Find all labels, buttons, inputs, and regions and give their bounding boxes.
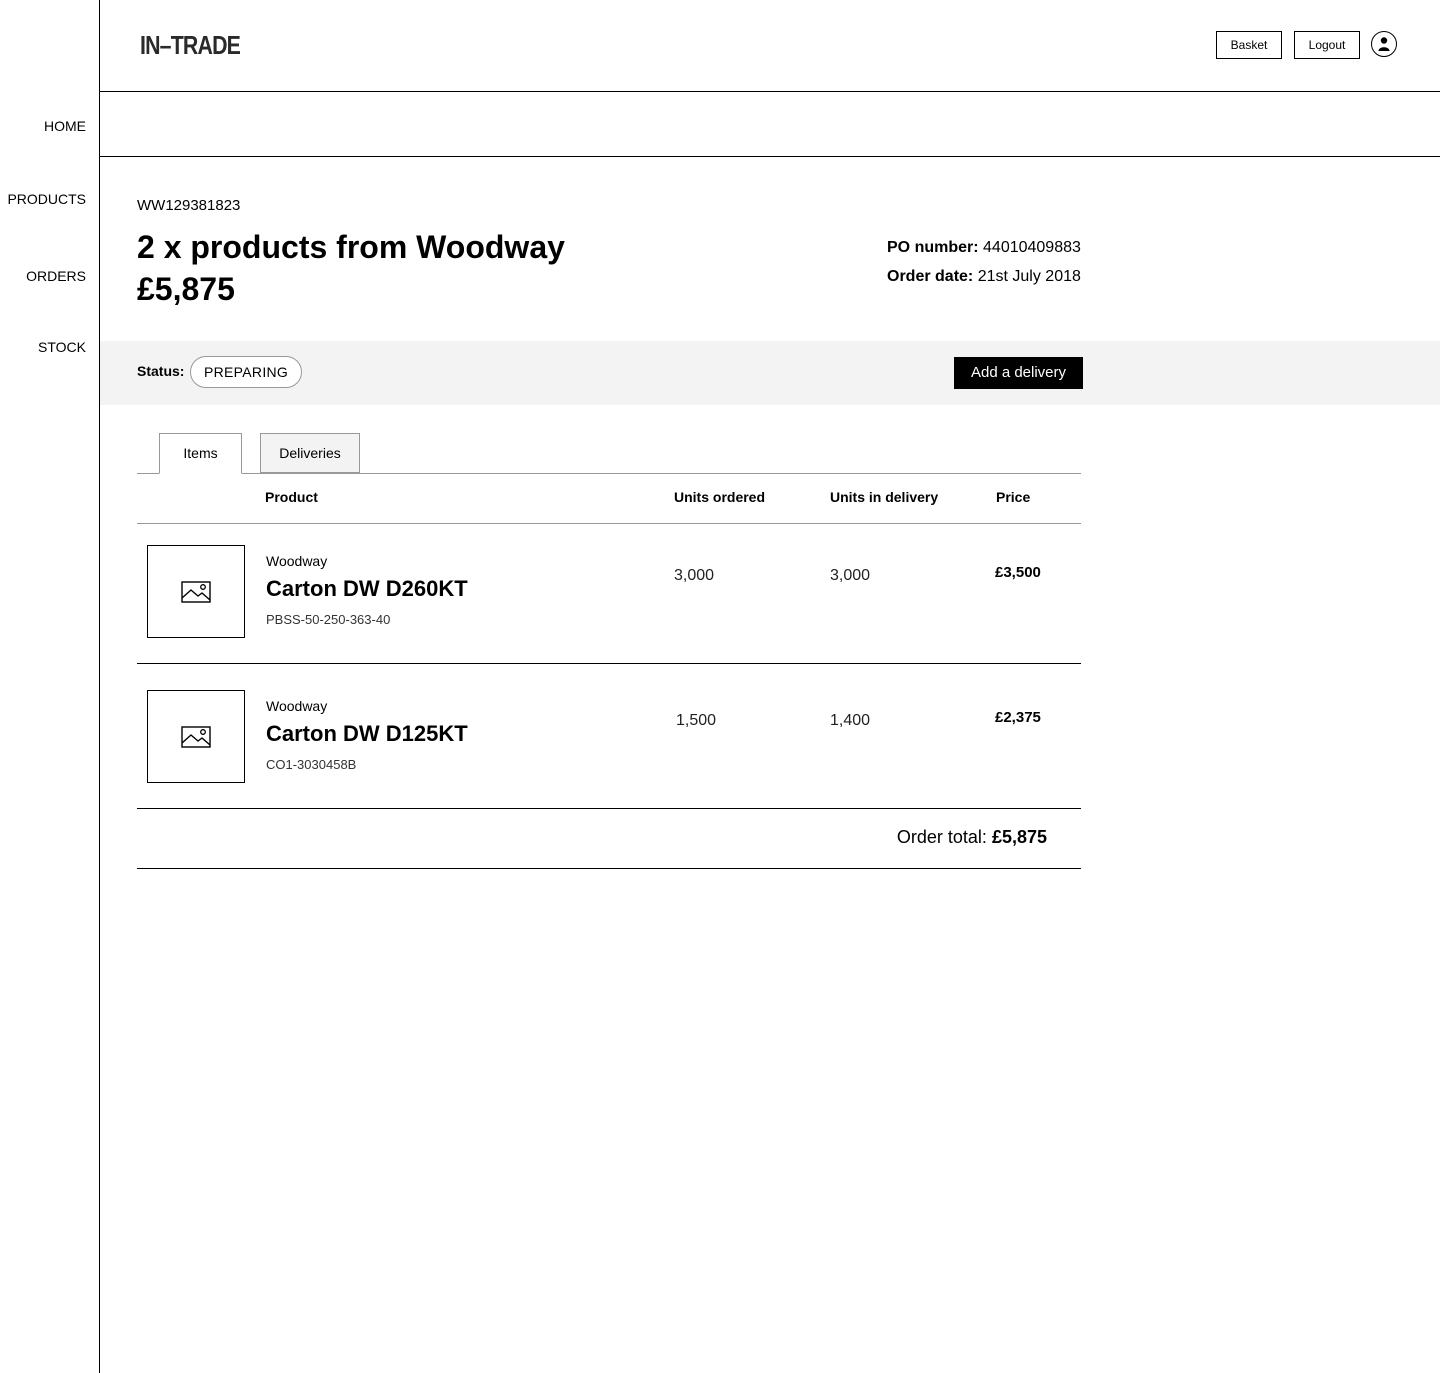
table-header-divider [137, 523, 1081, 524]
status-bar: Status: PREPARING Add a delivery [100, 341, 1440, 405]
basket-button[interactable]: Basket [1216, 31, 1282, 59]
column-header-units-ordered: Units ordered [674, 489, 766, 505]
total-divider [137, 868, 1081, 869]
tab-items[interactable]: Items [159, 433, 242, 474]
po-number: PO number: 44010409883 [887, 239, 1081, 257]
subheader-band [100, 92, 1440, 157]
logo-text: IN–TRADE [140, 30, 241, 60]
sidebar: HOME PRODUCTS ORDERS STOCK [0, 0, 100, 1373]
order-total-value: £5,875 [991, 827, 1047, 847]
order-date-value: 21st July 2018 [977, 268, 1081, 285]
units-ordered: 3,000 [674, 567, 715, 584]
product-supplier: Woodway [266, 553, 328, 569]
product-sku: PBSS-50-250-363-40 [266, 612, 391, 627]
line-price: £2,375 [995, 709, 1041, 726]
top-header: IN–TRADE Basket Logout [100, 0, 1440, 92]
order-total-label: Order total: [896, 827, 987, 847]
row-divider [137, 663, 1081, 664]
order-id: WW129381823 [137, 197, 241, 214]
logout-button[interactable]: Logout [1294, 31, 1360, 59]
row-divider [137, 808, 1081, 809]
units-in-delivery: 1,400 [830, 712, 871, 729]
product-name[interactable]: Carton DW D260KT [266, 576, 468, 602]
tabs-divider [137, 473, 1081, 474]
order-title: 2 x products from Woodway £5,875 [137, 226, 565, 310]
po-number-value: 44010409883 [983, 239, 1081, 256]
sidebar-item-stock[interactable]: STOCK [38, 339, 86, 355]
image-glyph [181, 725, 211, 748]
order-amount: £5,875 [137, 271, 235, 307]
po-number-label: PO number: [887, 239, 979, 256]
product-supplier: Woodway [266, 698, 328, 714]
user-icon[interactable] [1371, 31, 1397, 57]
status-label: Status: [137, 363, 185, 379]
product-name[interactable]: Carton DW D125KT [266, 721, 468, 747]
add-delivery-button[interactable]: Add a delivery [954, 357, 1083, 389]
logo[interactable]: IN–TRADE [140, 31, 262, 59]
user-glyph [1378, 37, 1390, 51]
image-placeholder-icon [147, 690, 245, 783]
units-ordered: 1,500 [676, 712, 717, 729]
units-in-delivery: 3,000 [830, 567, 871, 584]
order-date-label: Order date: [887, 268, 974, 285]
image-glyph [181, 580, 211, 603]
sidebar-item-orders[interactable]: ORDERS [26, 268, 86, 284]
order-total: Order total: £5,875 [897, 827, 1047, 848]
column-header-units-in-delivery: Units in delivery [830, 489, 939, 505]
status-badge: PREPARING [190, 356, 303, 388]
line-price: £3,500 [995, 564, 1041, 581]
column-header-price: Price [996, 489, 1031, 505]
order-date: Order date: 21st July 2018 [887, 268, 1081, 286]
image-placeholder-icon [147, 545, 245, 638]
tab-deliveries[interactable]: Deliveries [260, 433, 360, 473]
order-title-text: 2 x products from Woodway [137, 229, 565, 265]
product-sku: CO1-3030458B [266, 757, 357, 772]
sidebar-item-products[interactable]: PRODUCTS [7, 191, 86, 207]
column-header-product: Product [265, 489, 318, 505]
sidebar-item-home[interactable]: HOME [44, 118, 86, 134]
